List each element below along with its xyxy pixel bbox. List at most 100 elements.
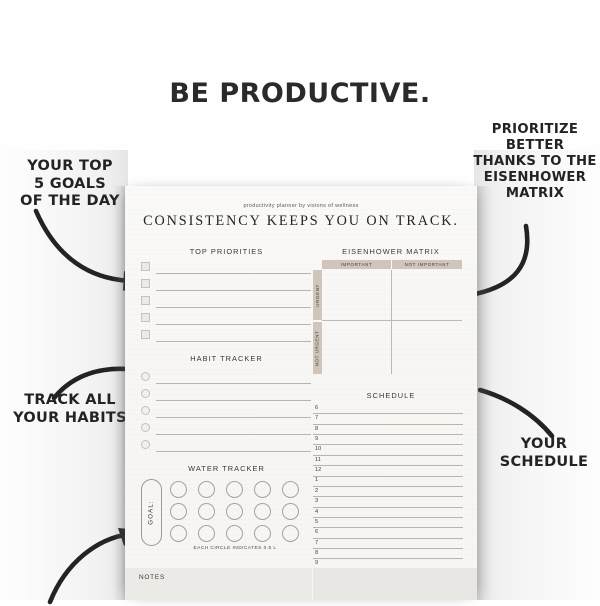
notes-label: NOTES xyxy=(139,574,166,581)
annotation-line: PRIORITIZE xyxy=(491,122,579,137)
schedule-hour-label: 8 xyxy=(315,425,319,432)
water-goal-label: GOAL: xyxy=(148,500,156,525)
annotation-line: EISENHOWER xyxy=(483,170,587,186)
schedule-hour-label: 7 xyxy=(315,415,319,422)
schedule-hour-label: 2 xyxy=(315,487,319,494)
habit-circle[interactable] xyxy=(141,423,150,432)
schedule-entry-line[interactable] xyxy=(313,475,463,477)
schedule-hour-label: 4 xyxy=(315,508,319,515)
matrix-row-header-not-urgent: NOT URGENT xyxy=(313,322,322,374)
priority-line[interactable] xyxy=(156,273,311,274)
water-circle[interactable] xyxy=(282,481,299,498)
priority-checkbox[interactable] xyxy=(141,330,150,339)
section-title-top-priorities: TOP PRIORITIES xyxy=(189,247,264,256)
annotation-line: SCHEDULE xyxy=(499,453,589,470)
annotation-line: BETTER xyxy=(505,138,565,154)
annotation-schedule: YOUR SCHEDULE xyxy=(492,436,596,471)
annotation-line: THANKS TO THE xyxy=(473,154,597,170)
page-shadow-right xyxy=(477,186,493,600)
water-tracker-caption: EACH CIRCLE INDICATES 0.5 L xyxy=(193,546,277,551)
water-circle[interactable] xyxy=(198,481,215,498)
water-circle[interactable] xyxy=(170,481,187,498)
schedule-entry-line[interactable] xyxy=(313,454,463,456)
priority-checkbox[interactable] xyxy=(141,262,150,271)
habit-line[interactable] xyxy=(156,383,311,384)
matrix-quadrant-urgent-not-important[interactable] xyxy=(392,270,462,320)
schedule-hour-label: 3 xyxy=(315,498,319,505)
matrix-col-header-important: IMPORTANT xyxy=(322,260,391,269)
water-goal-pill[interactable]: GOAL: xyxy=(141,479,162,546)
schedule-hour-label: 12 xyxy=(315,467,322,474)
schedule-entry-line[interactable] xyxy=(313,485,463,487)
schedule-entry-line[interactable] xyxy=(313,547,463,549)
schedule-entry-line[interactable] xyxy=(313,506,463,508)
section-title-eisenhower: EISENHOWER MATRIX xyxy=(342,247,440,256)
water-circle[interactable] xyxy=(254,503,271,520)
priority-line[interactable] xyxy=(156,324,311,325)
priority-checkbox[interactable] xyxy=(141,313,150,322)
priority-line[interactable] xyxy=(156,307,311,308)
water-circle[interactable] xyxy=(198,525,215,542)
schedule-hour-label: 5 xyxy=(315,518,319,525)
water-circle[interactable] xyxy=(282,525,299,542)
background-gradient-left xyxy=(0,150,128,600)
habit-circle[interactable] xyxy=(141,372,150,381)
schedule-hour-label: 6 xyxy=(315,405,319,411)
section-title-water-tracker: WATER TRACKER xyxy=(188,464,265,473)
matrix-row-header-urgent: URGENT xyxy=(313,270,322,320)
priority-checkbox[interactable] xyxy=(141,296,150,305)
section-title-habit-tracker: HABIT TRACKER xyxy=(190,354,263,363)
schedule-entry-line[interactable] xyxy=(313,423,463,425)
matrix-quadrant-not-urgent-important[interactable] xyxy=(322,321,391,374)
priority-line[interactable] xyxy=(156,290,311,291)
habit-line[interactable] xyxy=(156,434,311,435)
matrix-col-header-not-important: NOT IMPORTANT xyxy=(392,260,462,269)
schedule-entry-line[interactable] xyxy=(313,434,463,436)
habit-line[interactable] xyxy=(156,417,311,418)
schedule-hour-label: 8 xyxy=(315,549,319,556)
screenshot-canvas: BE PRODUCTIVE. YOUR TOP 5 GOALS OF THE D… xyxy=(0,0,600,605)
schedule-entry-line[interactable] xyxy=(313,558,463,560)
schedule-entry-line[interactable] xyxy=(313,527,463,529)
notes-panel-right[interactable] xyxy=(313,568,477,600)
schedule-entry-line[interactable] xyxy=(313,444,463,446)
schedule-hour-label: 6 xyxy=(315,529,319,536)
schedule-hour-label: 9 xyxy=(315,436,319,443)
habit-circle[interactable] xyxy=(141,406,150,415)
planner-title: CONSISTENCY KEEPS YOU ON TRACK. xyxy=(143,213,459,229)
water-circle[interactable] xyxy=(226,525,243,542)
schedule-entry-line[interactable] xyxy=(313,465,463,467)
planner-brandline: productivity planner by visions of welln… xyxy=(243,203,359,209)
water-circle[interactable] xyxy=(170,525,187,542)
matrix-quadrant-not-urgent-not-important[interactable] xyxy=(392,321,462,374)
schedule-hour-label: 11 xyxy=(315,456,321,463)
habit-circle[interactable] xyxy=(141,389,150,398)
habit-circle[interactable] xyxy=(141,440,150,449)
water-circle[interactable] xyxy=(282,503,299,520)
habit-line[interactable] xyxy=(156,400,311,401)
matrix-quadrant-urgent-important[interactable] xyxy=(322,270,391,320)
water-circle[interactable] xyxy=(254,481,271,498)
planner-page: productivity planner by visions of welln… xyxy=(125,186,477,600)
schedule-hour-label: 10 xyxy=(315,446,322,453)
schedule-hour-label: 1 xyxy=(315,477,319,484)
water-circle[interactable] xyxy=(254,525,271,542)
water-circle[interactable] xyxy=(226,481,243,498)
schedule-hour-label: 9 xyxy=(315,560,319,567)
schedule-hour-label: 7 xyxy=(315,539,319,546)
priority-line[interactable] xyxy=(156,341,311,342)
notes-panel-left[interactable] xyxy=(125,568,312,600)
page-title: BE PRODUCTIVE. xyxy=(169,78,431,109)
priority-checkbox[interactable] xyxy=(141,279,150,288)
annotation-line: YOUR xyxy=(520,436,568,452)
water-circle[interactable] xyxy=(198,503,215,520)
section-title-schedule: SCHEDULE xyxy=(366,391,416,400)
schedule-entry-line[interactable] xyxy=(313,496,463,498)
schedule-entry-line[interactable] xyxy=(313,537,463,539)
water-circle[interactable] xyxy=(226,503,243,520)
water-circle[interactable] xyxy=(170,503,187,520)
annotation-line: YOUR TOP xyxy=(27,158,113,174)
schedule-entry-line[interactable] xyxy=(313,413,463,415)
habit-line[interactable] xyxy=(156,451,311,452)
schedule-entry-line[interactable] xyxy=(313,516,463,518)
